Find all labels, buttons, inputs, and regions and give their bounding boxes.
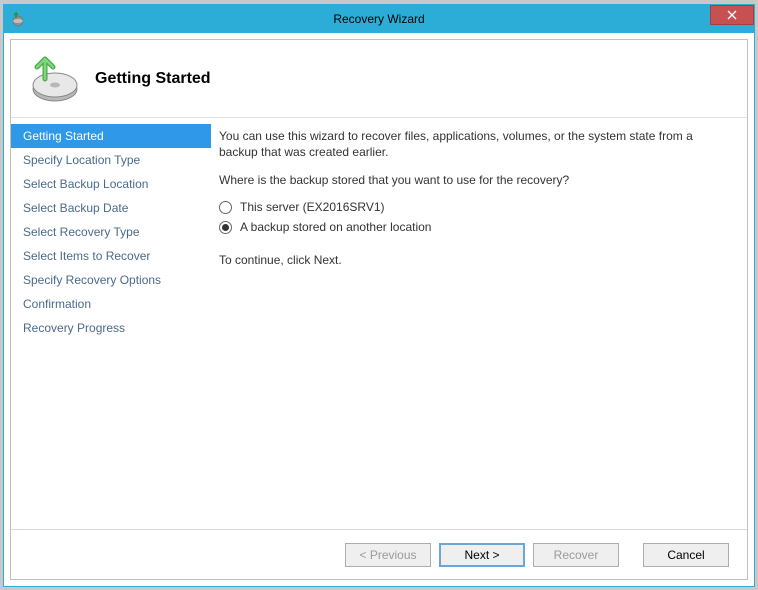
step-select-recovery-type[interactable]: Select Recovery Type (11, 220, 211, 244)
step-getting-started[interactable]: Getting Started (11, 124, 211, 148)
intro-text: You can use this wizard to recover files… (219, 128, 731, 160)
close-button[interactable] (710, 5, 754, 25)
step-confirmation[interactable]: Confirmation (11, 292, 211, 316)
radio-another-location[interactable]: A backup stored on another location (219, 220, 731, 234)
button-bar: < Previous Next > Recover Cancel (11, 529, 747, 579)
radio-label: This server (EX2016SRV1) (240, 200, 385, 214)
next-button[interactable]: Next > (439, 543, 525, 567)
page-title: Getting Started (95, 70, 211, 88)
body-section: Getting Started Specify Location Type Se… (11, 118, 747, 529)
recovery-icon (25, 51, 81, 107)
step-select-backup-date[interactable]: Select Backup Date (11, 196, 211, 220)
cancel-button[interactable]: Cancel (643, 543, 729, 567)
main-panel: You can use this wizard to recover files… (211, 118, 747, 529)
app-icon (10, 11, 26, 27)
step-specify-location-type[interactable]: Specify Location Type (11, 148, 211, 172)
header-section: Getting Started (11, 40, 747, 118)
previous-button[interactable]: < Previous (345, 543, 431, 567)
content-wrapper: Getting Started Getting Started Specify … (4, 33, 754, 586)
window-title: Recovery Wizard (4, 12, 754, 26)
recover-button[interactable]: Recover (533, 543, 619, 567)
radio-label: A backup stored on another location (240, 220, 431, 234)
radio-icon (219, 221, 232, 234)
wizard-steps-sidebar: Getting Started Specify Location Type Se… (11, 118, 211, 529)
titlebar[interactable]: Recovery Wizard (4, 5, 754, 33)
step-select-items-to-recover[interactable]: Select Items to Recover (11, 244, 211, 268)
radio-this-server[interactable]: This server (EX2016SRV1) (219, 200, 731, 214)
radio-icon (219, 201, 232, 214)
close-icon (727, 10, 737, 20)
continue-text: To continue, click Next. (219, 252, 731, 268)
inner-frame: Getting Started Getting Started Specify … (10, 39, 748, 580)
step-specify-recovery-options[interactable]: Specify Recovery Options (11, 268, 211, 292)
question-text: Where is the backup stored that you want… (219, 172, 731, 188)
step-recovery-progress[interactable]: Recovery Progress (11, 316, 211, 340)
recovery-wizard-window: Recovery Wizard Getting Started (3, 4, 755, 587)
step-select-backup-location[interactable]: Select Backup Location (11, 172, 211, 196)
